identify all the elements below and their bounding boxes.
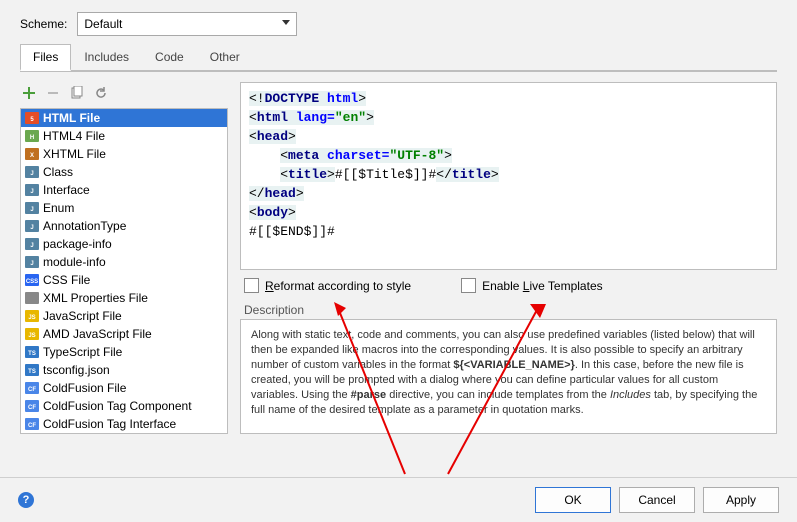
list-item[interactable]: JS JavaScript File <box>21 307 227 325</box>
list-item-label: ColdFusion Tag Interface <box>43 417 176 431</box>
tab-files[interactable]: Files <box>20 44 71 71</box>
tab-includes[interactable]: Includes <box>71 44 142 70</box>
java-icon: J <box>25 255 39 269</box>
refresh-icon[interactable] <box>94 86 108 100</box>
ok-button[interactable]: OK <box>535 487 611 513</box>
list-item[interactable]: Jpackage-info <box>21 235 227 253</box>
list-item[interactable]: CF ColdFusion Tag Component <box>21 397 227 415</box>
list-item[interactable]: CF ColdFusion File <box>21 379 227 397</box>
list-item-label: JavaScript File <box>43 309 122 323</box>
list-toolbar <box>20 82 228 108</box>
list-item[interactable]: TS TypeScript File <box>21 343 227 361</box>
list-item[interactable]: CF ColdFusion Tag Interface <box>21 415 227 433</box>
scheme-value: Default <box>84 17 122 31</box>
checkbox-icon <box>461 278 476 293</box>
cf-icon: CF <box>25 399 39 413</box>
xml-icon <box>25 291 39 305</box>
svg-text:TS: TS <box>28 351 36 357</box>
list-item[interactable]: X XHTML File <box>21 145 227 163</box>
list-item-label: XHTML File <box>43 147 106 161</box>
java-icon: J <box>25 201 39 215</box>
live-templates-label: Enable Live Templates <box>482 279 603 293</box>
svg-text:CF: CF <box>28 387 36 393</box>
svg-text:J: J <box>30 207 33 213</box>
html-icon: H <box>25 129 39 143</box>
list-item[interactable]: XML Properties File <box>21 289 227 307</box>
svg-text:H: H <box>30 135 34 141</box>
list-item-label: AMD JavaScript File <box>43 327 152 341</box>
list-item[interactable]: J Enum <box>21 199 227 217</box>
svg-text:J: J <box>30 225 33 231</box>
svg-text:J: J <box>30 243 33 249</box>
live-templates-checkbox[interactable]: Enable Live Templates <box>461 278 603 293</box>
checkbox-icon <box>244 278 259 293</box>
template-editor[interactable]: <!DOCTYPE html><html lang="en"><head> <m… <box>240 82 777 270</box>
help-icon[interactable]: ? <box>18 492 34 508</box>
list-item-label: XML Properties File <box>43 291 148 305</box>
description-text: Along with static text, code and comment… <box>240 319 777 434</box>
svg-text:JS: JS <box>28 333 35 339</box>
list-item[interactable]: J Class <box>21 163 227 181</box>
tab-code[interactable]: Code <box>142 44 197 70</box>
list-item[interactable]: J Interface <box>21 181 227 199</box>
list-item-label: package-info <box>43 237 112 251</box>
list-item-label: module-info <box>43 255 106 269</box>
list-item-label: Class <box>43 165 73 179</box>
list-item[interactable]: H HTML4 File <box>21 127 227 145</box>
svg-text:J: J <box>30 189 33 195</box>
list-item-label: HTML File <box>43 111 100 125</box>
list-item-label: AnnotationType <box>43 219 126 233</box>
apply-button[interactable]: Apply <box>703 487 779 513</box>
ts-icon: TS <box>25 345 39 359</box>
svg-text:J: J <box>30 171 33 177</box>
scheme-label: Scheme: <box>20 17 67 31</box>
html5-icon: 5 <box>25 111 39 125</box>
java-icon: J <box>25 237 39 251</box>
css-icon: CSS <box>25 273 39 287</box>
scheme-select[interactable]: Default <box>77 12 297 36</box>
list-item-label: tsconfig.json <box>43 363 110 377</box>
java-icon: J <box>25 183 39 197</box>
list-item-label: ColdFusion Tag Component <box>43 399 192 413</box>
svg-text:CSS: CSS <box>26 279 38 285</box>
list-item[interactable]: CSS CSS File <box>21 271 227 289</box>
tab-bar: FilesIncludesCodeOther <box>20 44 777 72</box>
svg-text:J: J <box>30 261 33 267</box>
remove-icon[interactable] <box>46 86 60 100</box>
list-item[interactable]: Jmodule-info <box>21 253 227 271</box>
list-item-label: Enum <box>43 201 74 215</box>
js-icon: JS <box>25 327 39 341</box>
cancel-button[interactable]: Cancel <box>619 487 695 513</box>
list-item[interactable]: JS AMD JavaScript File <box>21 325 227 343</box>
list-item-label: TypeScript File <box>43 345 122 359</box>
reformat-label: Reformat according to style <box>265 279 411 293</box>
list-item-label: HTML4 File <box>43 129 105 143</box>
java-icon: J <box>25 165 39 179</box>
svg-text:X: X <box>30 153 34 159</box>
ts-icon: TS <box>25 363 39 377</box>
list-item-label: ColdFusion File <box>43 381 126 395</box>
list-item[interactable]: J AnnotationType <box>21 217 227 235</box>
svg-text:CF: CF <box>28 405 36 411</box>
copy-icon[interactable] <box>70 86 84 100</box>
js-icon: JS <box>25 309 39 323</box>
cf-icon: CF <box>25 417 39 431</box>
svg-text:TS: TS <box>28 369 36 375</box>
svg-text:CF: CF <box>28 423 36 429</box>
description-label: Description <box>240 303 777 319</box>
list-item[interactable]: 5 HTML File <box>21 109 227 127</box>
list-item-label: Interface <box>43 183 90 197</box>
tab-other[interactable]: Other <box>197 44 253 70</box>
list-item[interactable]: TS tsconfig.json <box>21 361 227 379</box>
list-item-label: CSS File <box>43 273 90 287</box>
template-list[interactable]: 5 HTML File H HTML4 File X XHTML File J Class J I… <box>20 108 228 434</box>
chevron-down-icon <box>282 20 290 25</box>
xhtml-icon: X <box>25 147 39 161</box>
reformat-checkbox[interactable]: Reformat according to style <box>244 278 411 293</box>
add-icon[interactable] <box>22 86 36 100</box>
svg-text:JS: JS <box>28 315 35 321</box>
cf-icon: CF <box>25 381 39 395</box>
java-icon: J <box>25 219 39 233</box>
